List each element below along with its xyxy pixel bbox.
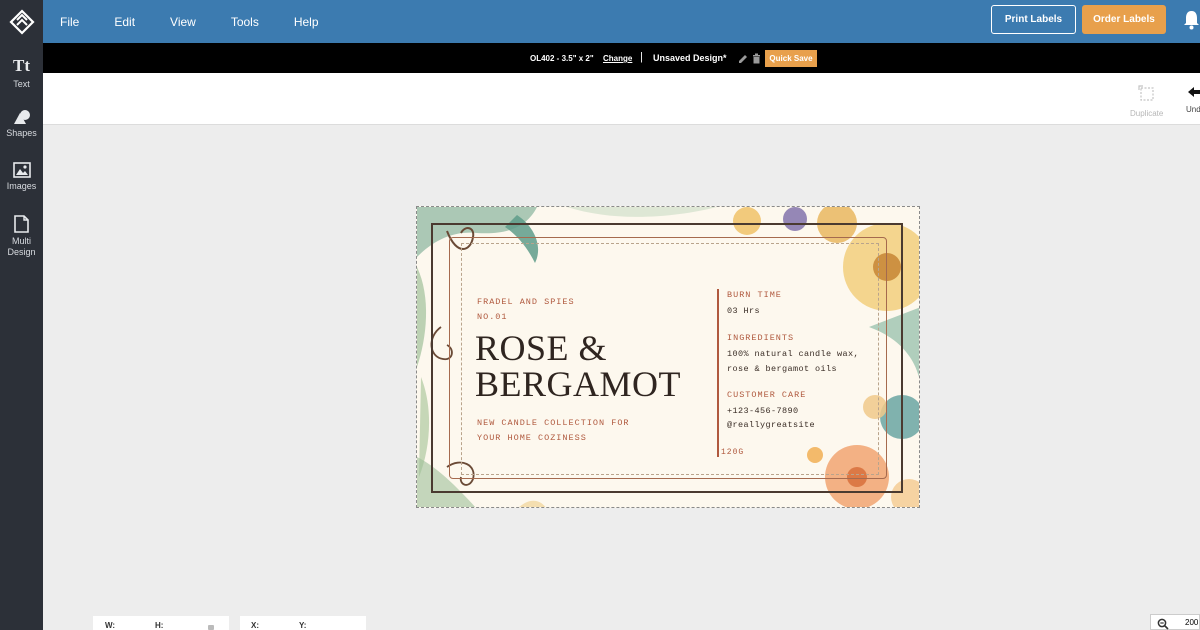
customer-care-label[interactable]: CUSTOMER CARE <box>727 390 806 400</box>
label-size-text: OL402 - 3.5" x 2" <box>530 54 594 63</box>
number-text[interactable]: NO.01 <box>477 312 508 322</box>
zoom-level[interactable]: 200 <box>1185 618 1198 627</box>
burn-time-label[interactable]: BURN TIME <box>727 290 782 300</box>
order-labels-button[interactable]: Order Labels <box>1082 5 1166 34</box>
design-name[interactable]: Unsaved Design* <box>653 53 727 63</box>
brand-text[interactable]: FRADEL AND SPIES <box>477 297 575 307</box>
duplicate-button[interactable]: Duplicate <box>1130 85 1163 118</box>
images-icon <box>12 162 31 178</box>
menu-edit[interactable]: Edit <box>114 15 135 29</box>
menu-tools[interactable]: Tools <box>231 15 259 29</box>
trash-icon[interactable] <box>752 53 761 64</box>
undo-arrow-icon <box>1188 87 1200 97</box>
y-label: Y: <box>299 621 307 630</box>
height-label: H: <box>155 621 164 630</box>
ingredients-line-1[interactable]: 100% natural candle wax, <box>727 347 859 362</box>
bell-icon[interactable] <box>1183 10 1200 30</box>
shapes-icon <box>13 110 30 124</box>
sidebar-item-label: Shapes <box>6 128 37 138</box>
undo-label: Und <box>1186 105 1200 114</box>
duplicate-label: Duplicate <box>1130 109 1164 118</box>
design-info-bar: OL402 - 3.5" x 2" Change | Unsaved Desig… <box>43 43 1200 73</box>
app-logo[interactable] <box>0 0 43 43</box>
position-panel: X: Y: <box>240 616 366 630</box>
duplicate-icon <box>1138 85 1154 101</box>
sidebar-item-label: Images <box>6 181 37 191</box>
divider-line[interactable] <box>717 289 719 457</box>
menu-file[interactable]: File <box>60 15 79 29</box>
ingredients-line-2[interactable]: rose & bergamot oils <box>727 362 837 377</box>
zoom-out-icon[interactable] <box>1157 618 1169 630</box>
sidebar-item-multi-design[interactable]: Multi Design <box>0 215 43 258</box>
pencil-icon[interactable] <box>738 54 748 64</box>
text-icon: Tt <box>13 56 30 75</box>
top-bar: File Edit View Tools Help Print Labels O… <box>0 0 1200 43</box>
title-line-2: BERGAMOT <box>475 364 682 404</box>
customer-care-phone[interactable]: +123-456-7890 <box>727 404 799 419</box>
left-sidebar: Tt Text Shapes Images Multi Design <box>0 43 43 630</box>
sidebar-item-images[interactable]: Images <box>0 162 43 191</box>
tagline-line-2[interactable]: YOUR HOME COZINESS <box>477 433 587 443</box>
menu-help[interactable]: Help <box>294 15 319 29</box>
change-size-link[interactable]: Change <box>603 54 632 63</box>
menu-bar: File Edit View Tools Help <box>60 0 354 43</box>
size-panel: W: H: <box>93 616 229 630</box>
separator: | <box>640 51 643 63</box>
ingredients-label[interactable]: INGREDIENTS <box>727 333 794 343</box>
title-line-1: ROSE & <box>475 328 608 368</box>
sidebar-item-label: Text <box>13 79 30 89</box>
document-icon <box>14 215 29 233</box>
sidebar-item-shapes[interactable]: Shapes <box>0 109 43 138</box>
product-title[interactable]: ROSE & BERGAMOT <box>475 330 681 402</box>
lock-icon[interactable] <box>208 625 214 630</box>
undo-button[interactable]: Und <box>1186 85 1200 114</box>
tagline-line-1[interactable]: NEW CANDLE COLLECTION FOR <box>477 418 630 428</box>
customer-care-site[interactable]: @reallygreatsite <box>727 418 815 433</box>
label-canvas[interactable]: FRADEL AND SPIES NO.01 ROSE & BERGAMOT N… <box>416 206 920 508</box>
sidebar-item-text[interactable]: Tt Text <box>0 56 43 89</box>
menu-view[interactable]: View <box>170 15 196 29</box>
print-labels-button[interactable]: Print Labels <box>991 5 1076 34</box>
editing-toolbar: Duplicate Und <box>43 73 1200 125</box>
x-label: X: <box>251 621 259 630</box>
width-label: W: <box>105 621 116 630</box>
zoom-control: 200 <box>1150 614 1200 630</box>
logo-icon <box>8 8 35 35</box>
quick-save-button[interactable]: Quick Save <box>765 50 817 67</box>
burn-time-value[interactable]: 03 Hrs <box>727 304 760 319</box>
weight-text[interactable]: 120G <box>721 448 744 457</box>
sidebar-item-label: Multi Design <box>7 236 36 257</box>
